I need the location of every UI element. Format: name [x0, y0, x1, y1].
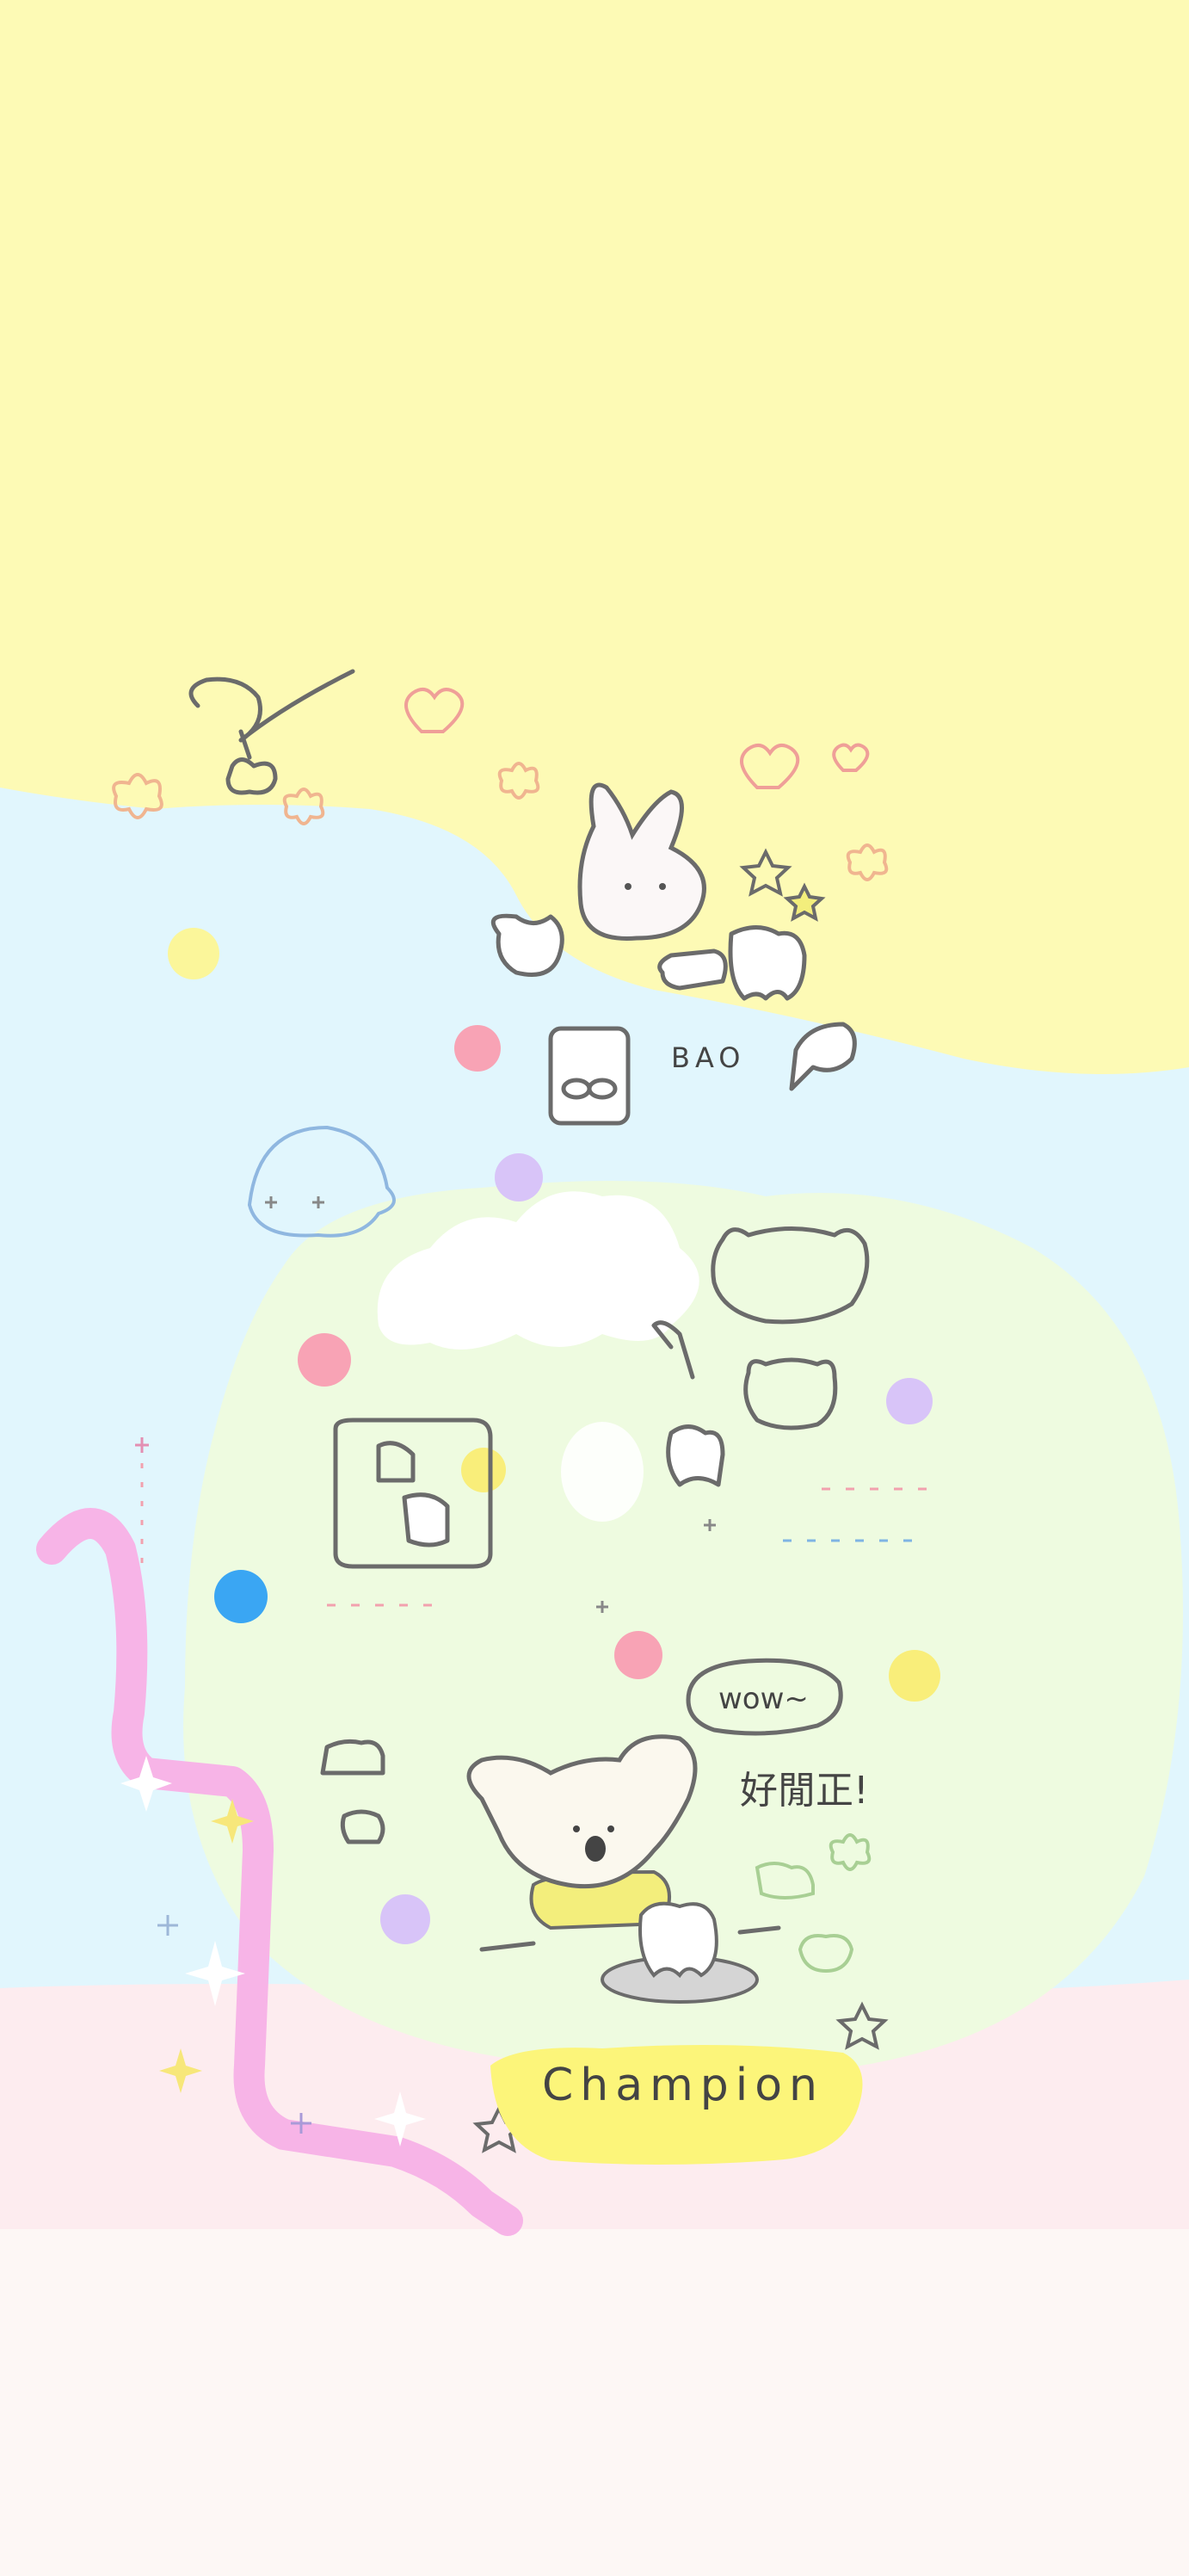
wow-text: wow~ — [718, 1682, 809, 1716]
champion-text: Champion — [542, 2060, 824, 2111]
dot-10 — [380, 1894, 430, 1944]
wallpaper: BAO wow~ 好閒正! Champion — [0, 0, 1189, 2576]
dot-1 — [168, 928, 219, 979]
chinese-caption: 好閒正! — [740, 1769, 869, 1813]
wallpaper-art: BAO wow~ 好閒正! Champion — [0, 0, 1189, 2576]
dot-2 — [454, 1025, 501, 1072]
dot-5 — [461, 1448, 506, 1492]
medicine-card-icon — [548, 1026, 631, 1126]
bao-text: BAO — [671, 1041, 745, 1074]
dot-3 — [495, 1153, 543, 1202]
dot-6 — [886, 1378, 933, 1424]
dot-8 — [614, 1631, 662, 1679]
dot-4 — [298, 1333, 351, 1387]
glow-spot — [561, 1422, 644, 1522]
dot-9 — [889, 1650, 940, 1702]
dot-7 — [214, 1570, 268, 1623]
